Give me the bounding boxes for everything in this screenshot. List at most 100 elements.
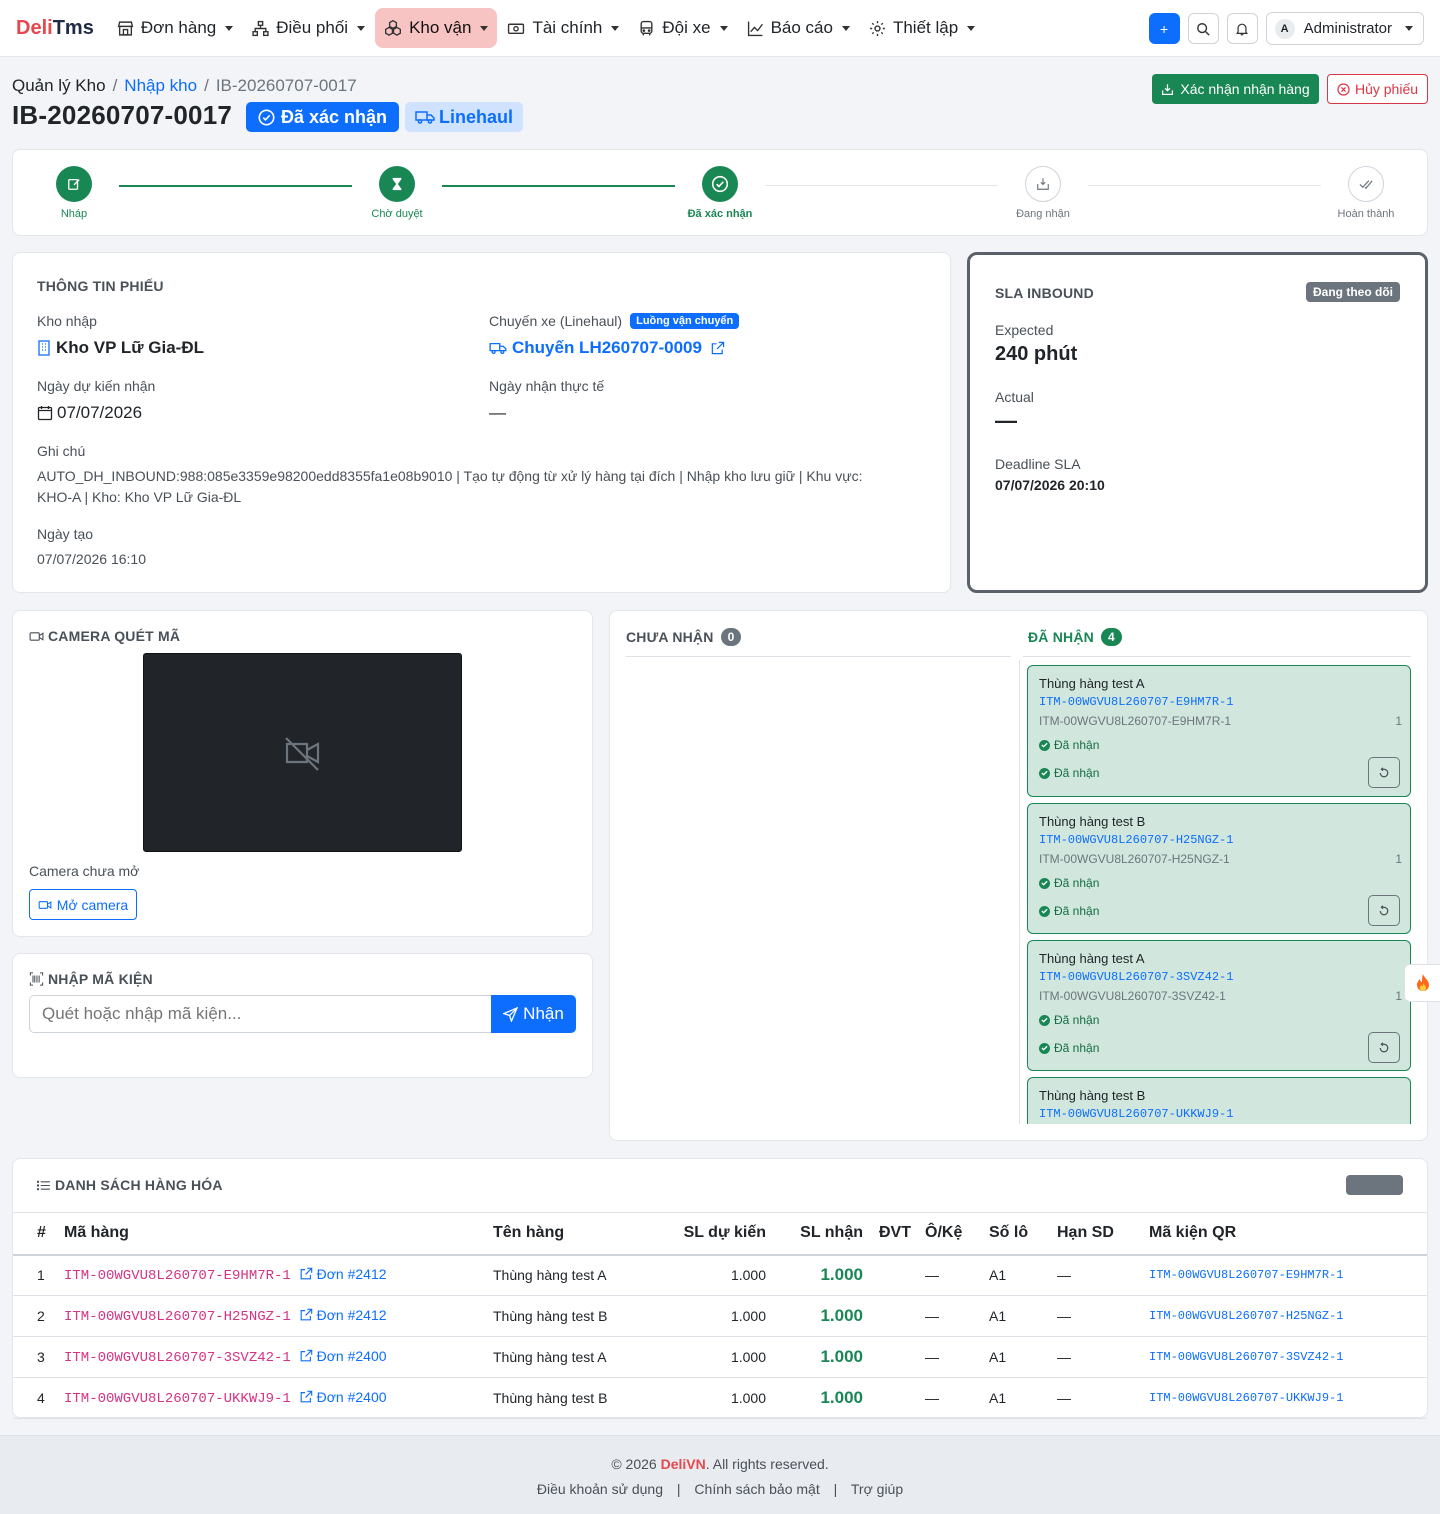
cell-name: Thùng hàng test A bbox=[493, 1254, 659, 1296]
download-box-icon bbox=[1162, 83, 1174, 95]
warehouse-value: Kho VP Lữ Gia-ĐL bbox=[37, 338, 204, 358]
footer-link-help[interactable]: Trợ giúp bbox=[851, 1481, 903, 1497]
received-divider bbox=[1023, 656, 1411, 657]
search-button[interactable] bbox=[1187, 13, 1219, 44]
table-row[interactable]: 4 ITM-00WGVU8L260707-UKKWJ9-1 Đơn #2400 … bbox=[13, 1377, 1427, 1419]
confirm-receive-button[interactable]: Xác nhận nhận hàng bbox=[1152, 74, 1319, 104]
floating-fire-widget[interactable] bbox=[1404, 964, 1440, 1002]
warehouse-label: Kho nhập bbox=[37, 313, 97, 329]
item-code-link[interactable]: ITM-00WGVU8L260707-3SVZ42-1 bbox=[64, 1350, 291, 1366]
cell-expiry: — bbox=[1057, 1295, 1149, 1337]
camera-status: Camera chưa mở bbox=[29, 863, 140, 879]
cell-lot: A1 bbox=[989, 1377, 1057, 1419]
open-camera-button[interactable]: Mở camera bbox=[29, 889, 137, 920]
nav-item-reports[interactable]: Báo cáo bbox=[738, 8, 859, 48]
order-link[interactable]: Đơn #2412 bbox=[299, 1307, 387, 1323]
table-header-row: # Mã hàng Tên hàng SL dự kiến SL nhận ĐV… bbox=[13, 1212, 1427, 1256]
item-code-link[interactable]: ITM-00WGVU8L260707-E9HM7R-1 bbox=[64, 1268, 291, 1284]
table-row[interactable]: 1 ITM-00WGVU8L260707-E9HM7R-1 Đơn #2412 … bbox=[13, 1254, 1427, 1296]
nav-item-dispatch[interactable]: Điều phối bbox=[243, 8, 374, 48]
expected-date-value: 07/07/2026 bbox=[37, 403, 142, 423]
nav-item-warehouse[interactable]: Kho vận bbox=[375, 8, 498, 48]
note-label: Ghi chú bbox=[37, 443, 86, 459]
caret-down-icon bbox=[357, 25, 366, 31]
quick-add-button[interactable]: + bbox=[1148, 13, 1180, 44]
cell-expected-qty: 1.000 bbox=[659, 1295, 766, 1337]
step-circle bbox=[1025, 166, 1061, 202]
logo-part2: Tms bbox=[52, 16, 94, 39]
camera-title: CAMERA QUÉT MÃ bbox=[29, 628, 180, 644]
breadcrumb-link-inbound[interactable]: Nhập kho bbox=[124, 76, 197, 96]
cell-qr[interactable]: ITM-00WGVU8L260707-H25NGZ-1 bbox=[1149, 1295, 1427, 1337]
sla-status-badge: Đang theo dõi bbox=[1306, 282, 1400, 302]
sla-deadline-label: Deadline SLA bbox=[995, 456, 1081, 472]
step-label: Nháp bbox=[60, 208, 88, 220]
table-row[interactable]: 3 ITM-00WGVU8L260707-3SVZ42-1 Đơn #2400 … bbox=[13, 1336, 1427, 1378]
cell-qr[interactable]: ITM-00WGVU8L260707-3SVZ42-1 bbox=[1149, 1336, 1427, 1378]
copyright-post: . All rights reserved. bbox=[705, 1456, 829, 1472]
nav-item-fleet[interactable]: Đội xe bbox=[629, 8, 736, 48]
copyright: © 2026 DeliVN. All rights reserved. bbox=[0, 1456, 1440, 1472]
table-row[interactable]: 2 ITM-00WGVU8L260707-H25NGZ-1 Đơn #2412 … bbox=[13, 1295, 1427, 1337]
user-menu-button[interactable]: A Administrator bbox=[1265, 12, 1424, 45]
cell-shelf: — bbox=[925, 1377, 989, 1419]
step-receiving: Đang nhận bbox=[1003, 166, 1083, 220]
cell-qr[interactable]: ITM-00WGVU8L260707-E9HM7R-1 bbox=[1149, 1254, 1427, 1296]
nav-label-warehouse: Kho vận bbox=[409, 18, 472, 37]
receive-submit-button[interactable]: Nhận bbox=[491, 995, 576, 1033]
trip-code: Chuyến LH260707-0009 bbox=[512, 338, 702, 357]
navbar-right: + A Administrator bbox=[1148, 12, 1424, 45]
package-code-input[interactable] bbox=[29, 995, 492, 1033]
step-label: Đang nhận bbox=[1016, 208, 1070, 220]
step-label: Hoàn thành bbox=[1337, 208, 1395, 220]
step-circle bbox=[56, 166, 92, 202]
sla-expected-value: 240 phút bbox=[995, 343, 1078, 365]
item-code-link[interactable]: ITM-00WGVU8L260707-UKKWJ9-1 bbox=[64, 1391, 291, 1407]
camera-card: CAMERA QUÉT MÃ Camera chưa mở Mở camera bbox=[12, 610, 593, 937]
expected-date-label: Ngày dự kiến nhận bbox=[37, 378, 156, 394]
status-badge: Đã xác nhận bbox=[246, 102, 400, 132]
cell-unit bbox=[863, 1254, 925, 1296]
check-circle-icon bbox=[258, 108, 275, 126]
order-link[interactable]: Đơn #2400 bbox=[299, 1389, 387, 1405]
nav-item-orders[interactable]: Đơn hàng bbox=[108, 8, 242, 48]
col-header-expected-qty: SL dự kiến bbox=[659, 1212, 766, 1256]
x-circle-icon bbox=[1337, 82, 1350, 96]
item-code-link[interactable]: ITM-00WGVU8L260707-H25NGZ-1 bbox=[64, 1309, 291, 1325]
sla-expected-label: Expected bbox=[995, 322, 1054, 338]
note-value: AUTO_DH_INBOUND:988:085e3359e98200edd835… bbox=[37, 466, 927, 508]
caret-down-icon bbox=[719, 25, 728, 31]
cell-lot: A1 bbox=[989, 1295, 1057, 1337]
trip-link[interactable]: Chuyến LH260707-0009 bbox=[489, 338, 725, 358]
cell-expected-qty: 1.000 bbox=[659, 1336, 766, 1378]
cell-received-qty: 1.000 bbox=[766, 1295, 863, 1337]
order-link[interactable]: Đơn #2412 bbox=[299, 1266, 387, 1282]
cell-qr[interactable]: ITM-00WGVU8L260707-UKKWJ9-1 bbox=[1149, 1377, 1427, 1419]
received-title: ĐÃ NHẬN bbox=[1028, 629, 1094, 645]
nav-label-dispatch: Điều phối bbox=[276, 18, 349, 37]
goods-action-button[interactable] bbox=[1346, 1175, 1403, 1195]
camera-preview[interactable] bbox=[143, 653, 462, 852]
video-camera-icon bbox=[29, 631, 44, 641]
step-confirmed: Đã xác nhận bbox=[680, 166, 760, 220]
cancel-ticket-button[interactable]: Hủy phiếu bbox=[1327, 74, 1428, 104]
avatar: A bbox=[1274, 18, 1295, 39]
col-header-received-qty: SL nhận bbox=[766, 1212, 863, 1256]
footer-link-privacy[interactable]: Chính sách bảo mật bbox=[694, 1481, 819, 1497]
page-footer: © 2026 DeliVN. All rights reserved. Điều… bbox=[0, 1435, 1440, 1514]
chart-line-icon bbox=[747, 21, 763, 36]
received-list-mask bbox=[1020, 1124, 1420, 1139]
nav-item-finance[interactable]: Tài chính bbox=[498, 8, 628, 48]
footer-link-terms[interactable]: Điều khoản sử dụng bbox=[537, 1481, 663, 1497]
cell-code: ITM-00WGVU8L260707-UKKWJ9-1 Đơn #2400 bbox=[64, 1377, 493, 1419]
app-logo[interactable]: DeliTms bbox=[16, 17, 94, 40]
sla-actual-value: — bbox=[995, 408, 1017, 433]
cell-unit bbox=[863, 1377, 925, 1419]
notifications-button[interactable] bbox=[1226, 13, 1258, 44]
cell-received-qty: 1.000 bbox=[766, 1377, 863, 1419]
order-link[interactable]: Đơn #2400 bbox=[299, 1348, 387, 1364]
trip-label-row: Chuyến xe (Linehaul) Luồng vận chuyển bbox=[489, 313, 740, 329]
cell-expiry: — bbox=[1057, 1254, 1149, 1296]
nav-item-settings[interactable]: Thiết lập bbox=[860, 8, 984, 48]
cash-icon bbox=[508, 23, 525, 34]
